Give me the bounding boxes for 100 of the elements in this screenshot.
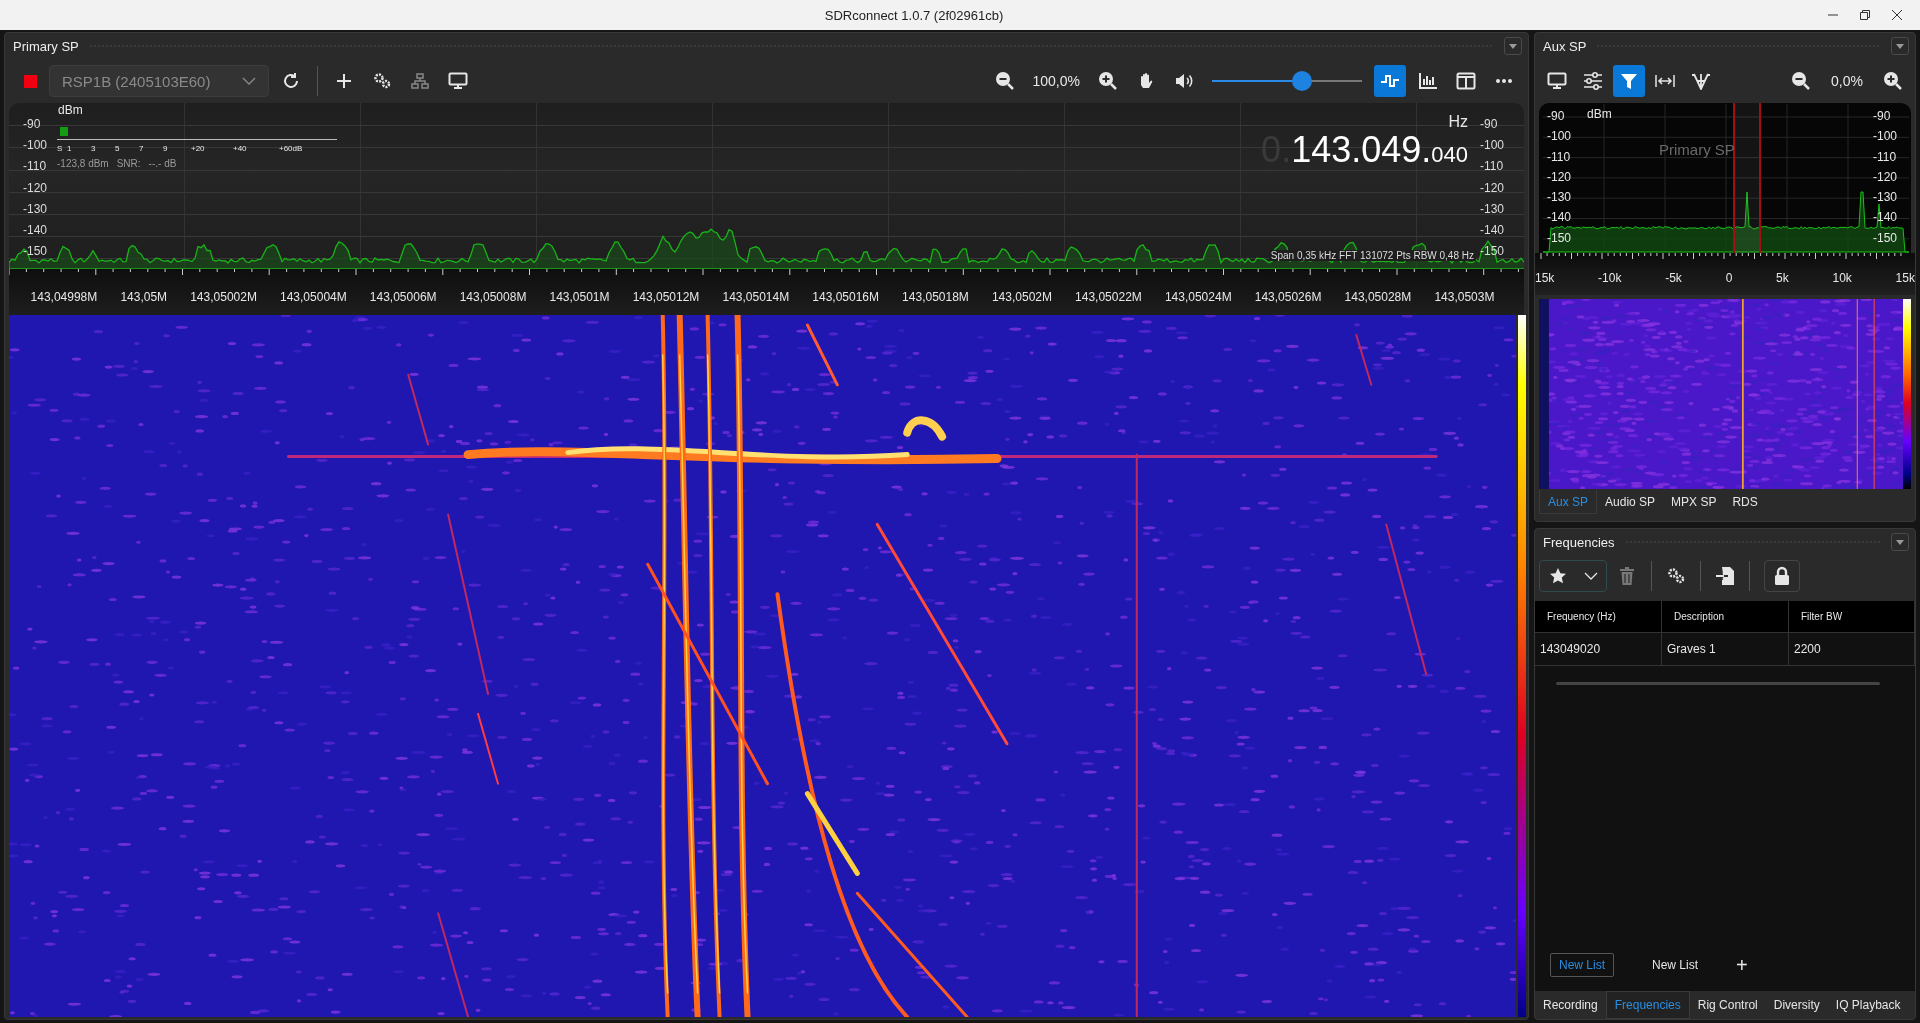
axis-label: -110 (1546, 148, 1572, 166)
list-tab[interactable]: New List (1550, 953, 1614, 977)
width-arrows-icon (1655, 74, 1675, 88)
panel-title: Primary SP (13, 38, 79, 54)
panel-title: Aux SP (1543, 38, 1587, 54)
caret-icon (1896, 43, 1904, 49)
scale-label: 5 (115, 144, 120, 153)
axis-label: -120 (22, 179, 49, 197)
scale-label: +20 (191, 144, 205, 153)
slider-thumb[interactable] (1292, 71, 1312, 91)
filter-button[interactable] (1613, 65, 1645, 97)
restore-icon[interactable] (1860, 10, 1870, 20)
import-icon (1715, 566, 1735, 586)
collapse-button[interactable] (1504, 37, 1522, 55)
caret-icon (1896, 539, 1904, 545)
axis-label: -140 (1480, 221, 1506, 239)
column-header[interactable]: Description (1662, 601, 1789, 633)
device-dropdown[interactable]: RSP1B (2405103E60) (49, 65, 269, 97)
panel-tab[interactable]: Audio SP (1597, 490, 1664, 514)
axis-label: 143,0503M (1434, 290, 1495, 304)
collapse-button[interactable] (1891, 533, 1909, 551)
axis-label: 15k (1535, 271, 1555, 285)
axis-label: 143,05022M (1075, 290, 1142, 304)
axis-label: -120 (1546, 168, 1573, 186)
axis-label: -150 (1872, 229, 1899, 247)
panel-tab[interactable]: RDS (1724, 490, 1766, 514)
panel-tab[interactable]: Aux SP (1539, 490, 1598, 514)
axis-label: 5k (1776, 271, 1789, 285)
favorites-dropdown[interactable] (1539, 560, 1607, 592)
axis-label: -100 (1480, 137, 1506, 155)
monitor-icon (1547, 72, 1567, 90)
axis-label: 10k (1832, 271, 1852, 285)
collapse-button[interactable] (1891, 37, 1909, 55)
axis-label: -110 (1480, 158, 1505, 176)
zoom-in-icon (1098, 71, 1118, 91)
axis-label: -140 (1872, 209, 1899, 227)
more-icon (1495, 78, 1513, 84)
axis-label: -100 (1872, 128, 1899, 146)
list-tab[interactable]: New List (1644, 953, 1707, 977)
axis-label: 143,05016M (812, 290, 879, 304)
column-header[interactable]: Filter BW (1789, 601, 1915, 633)
bar-chart-icon (1418, 72, 1438, 90)
panel-tab[interactable]: MPX SP (1663, 490, 1725, 514)
axis-label: -130 (1872, 189, 1899, 207)
refresh-icon (282, 72, 300, 90)
axis-label: 143,05012M (632, 290, 700, 304)
axis-label: 143,0501M (549, 290, 610, 304)
axis-label: -130 (22, 200, 49, 218)
zoom-level: 0,0% (1831, 73, 1863, 89)
panel-tab[interactable]: Diversity (1765, 991, 1828, 1019)
snr-label: SNR: (116, 158, 141, 169)
antenna-icon (1691, 72, 1711, 90)
axis-label: -150 (22, 243, 49, 261)
add-icon (336, 73, 352, 89)
caret-icon (242, 77, 256, 85)
axis-label: 143,05018M (902, 290, 969, 304)
scale-label: S (57, 144, 63, 153)
unit-label: dBm (1587, 107, 1612, 121)
star-icon (1548, 567, 1567, 585)
panel-tab[interactable]: Rig Control (1689, 991, 1766, 1019)
waveform-button[interactable] (1374, 65, 1406, 97)
panel-tab[interactable]: Recording (1535, 991, 1606, 1019)
column-header[interactable]: Frequency (Hz) (1535, 601, 1662, 633)
lock-button[interactable] (1764, 560, 1800, 592)
network-icon (411, 73, 429, 89)
unit-label: dBm (58, 103, 83, 117)
axis-label: -100 (22, 137, 49, 155)
caret-icon (1509, 43, 1517, 49)
add-list-button[interactable]: + (1736, 953, 1748, 977)
axis-label: 143,04998M (30, 290, 98, 304)
axis-label: -120 (1872, 168, 1899, 186)
panel-tab[interactable]: IQ Playback (1827, 991, 1909, 1019)
volume-slider[interactable] (1212, 70, 1362, 92)
axis-label: -140 (1546, 209, 1573, 227)
panel-tab[interactable]: Frequencies (1605, 991, 1690, 1019)
zoom-out-icon (1791, 71, 1812, 91)
axis-label: 143,05026M (1254, 290, 1322, 304)
axis-label: 143,05002M (190, 290, 257, 304)
speaker-icon (1174, 72, 1194, 90)
filter-icon (1620, 72, 1638, 90)
axis-label: 143,05014M (722, 290, 790, 304)
gears-icon (1666, 567, 1686, 585)
axis-label: 0 (1725, 271, 1733, 285)
axis-label: -110 (1872, 148, 1898, 166)
lock-icon (1774, 566, 1790, 586)
panel-title: Frequencies (1543, 534, 1615, 550)
trash-icon (1619, 566, 1635, 586)
axis-label: 143,05028M (1344, 290, 1412, 304)
snr-reading: --.- dB (148, 158, 177, 169)
scale-label: 1 (67, 144, 72, 153)
caret-icon (1583, 572, 1598, 580)
axis-label: -130 (1480, 200, 1506, 218)
split-view-icon (1456, 72, 1476, 90)
axis-label: -150 (1480, 243, 1506, 261)
axis-label: -120 (1480, 179, 1506, 197)
close-icon[interactable] (1892, 10, 1902, 20)
zoom-in-icon (1883, 71, 1903, 91)
scale-label: +40 (233, 144, 247, 153)
fft-info: Span 0,35 kHz FFT 131072 Pts RBW 0,48 Hz (1268, 250, 1476, 261)
axis-label: -10k (1598, 271, 1622, 285)
